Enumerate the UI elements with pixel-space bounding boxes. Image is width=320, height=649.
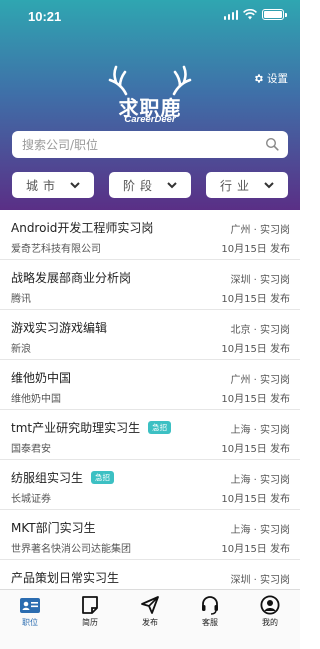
job-date: 10月15日 发布 — [221, 244, 290, 255]
job-title: 游戏实习游戏编辑 — [11, 321, 108, 335]
tab-service[interactable]: 客服 — [180, 595, 240, 629]
industry-filter[interactable]: 行业 — [206, 172, 288, 198]
job-title: Android开发工程师实习岗 — [11, 221, 154, 235]
job-card-icon — [20, 598, 40, 613]
job-list-item[interactable]: 游戏实习游戏编辑 北京 · 实习岗 新浪 10月15日 发布 — [0, 310, 300, 360]
status-icons — [223, 9, 287, 20]
job-company: 新浪 — [11, 344, 31, 355]
job-location: 上海 · 实习岗 — [230, 525, 290, 536]
tab-bar: 职位 简历 发布 客服 我的 — [0, 589, 300, 649]
job-title: tmt产业研究助理实习生 急招 — [11, 419, 172, 436]
job-title: 产品策划日常实习生 — [11, 571, 120, 585]
job-list-item[interactable]: 产品策划日常实习生 深圳 · 实习岗 — [0, 560, 300, 589]
tab-resume[interactable]: 简历 — [60, 595, 120, 629]
settings-button[interactable]: 设置 — [253, 71, 288, 86]
job-date: 10月15日 发布 — [221, 444, 290, 455]
job-date: 10月15日 发布 — [221, 294, 290, 305]
job-list: Android开发工程师实习岗 广州 · 实习岗 爱奇艺科技有限公司 10月15… — [0, 210, 300, 589]
job-date: 10月15日 发布 — [221, 494, 290, 505]
job-location: 上海 · 实习岗 — [230, 425, 290, 436]
job-date: 10月15日 发布 — [221, 394, 290, 405]
job-title: 战略发展部商业分析岗 — [11, 271, 132, 285]
send-icon — [141, 596, 159, 614]
job-title: 纺服组实习生 急招 — [11, 469, 115, 486]
status-time: 10:21 — [28, 9, 62, 24]
gear-icon — [255, 74, 263, 83]
chevron-down-icon — [264, 181, 274, 188]
job-date: 10月15日 发布 — [221, 544, 290, 555]
resume-icon — [82, 596, 98, 614]
chevron-down-icon — [167, 181, 177, 188]
tab-label: 客服 — [202, 618, 218, 627]
job-list-item[interactable]: tmt产业研究助理实习生 急招 上海 · 实习岗 国泰君安 10月15日 发布 — [0, 410, 300, 460]
profile-icon — [260, 595, 280, 615]
job-location: 上海 · 实习岗 — [230, 475, 290, 486]
search-icon[interactable] — [265, 137, 279, 151]
job-title-text: 纺服组实习生 — [11, 471, 84, 485]
tab-profile[interactable]: 我的 — [240, 595, 300, 629]
tab-jobs[interactable]: 职位 — [0, 595, 60, 629]
job-company: 世界著名快消公司达能集团 — [11, 544, 131, 555]
job-company: 长城证券 — [11, 494, 51, 505]
job-location: 广州 · 实习岗 — [230, 225, 290, 236]
filter-row: 城市 阶段 行业 — [12, 172, 288, 198]
filter-label: 行业 — [219, 178, 254, 193]
search-bar[interactable] — [12, 131, 288, 158]
stage-filter[interactable]: 阶段 — [109, 172, 191, 198]
header: 10:21 求职鹿 CareerDeer 设置 搜索公司/职位 城市 阶段 行业 — [0, 0, 300, 210]
job-company: 国泰君安 — [11, 444, 51, 455]
city-filter[interactable]: 城市 — [12, 172, 94, 198]
status-bar: 10:21 — [0, 0, 300, 32]
urgent-badge: 急招 — [148, 421, 172, 434]
job-title: MKT部门实习生 — [11, 521, 96, 535]
tab-label: 职位 — [22, 618, 38, 627]
job-company: 爱奇艺科技有限公司 — [11, 244, 101, 255]
headset-icon — [202, 596, 218, 615]
job-company: 维他奶中国 — [11, 394, 61, 405]
job-location: 广州 · 实习岗 — [230, 375, 290, 386]
job-location: 深圳 · 实习岗 — [230, 575, 290, 586]
signal-icon — [223, 9, 238, 20]
job-list-item[interactable]: Android开发工程师实习岗 广州 · 实习岗 爱奇艺科技有限公司 10月15… — [0, 210, 300, 260]
wifi-icon — [243, 9, 257, 20]
job-date: 10月15日 发布 — [221, 344, 290, 355]
job-location: 深圳 · 实习岗 — [230, 275, 290, 286]
tab-publish[interactable]: 发布 — [120, 595, 180, 629]
job-list-item[interactable]: 战略发展部商业分析岗 深圳 · 实习岗 腾讯 10月15日 发布 — [0, 260, 300, 310]
chevron-down-icon — [70, 181, 80, 188]
job-list-item[interactable]: 维他奶中国 广州 · 实习岗 维他奶中国 10月15日 发布 — [0, 360, 300, 410]
settings-label: 设置 — [267, 73, 288, 85]
filter-label: 阶段 — [122, 178, 157, 193]
tab-label: 发布 — [142, 618, 158, 627]
battery-icon — [262, 9, 287, 20]
job-location: 北京 · 实习岗 — [230, 325, 290, 336]
tab-label: 简历 — [82, 618, 98, 627]
app-logo: 求职鹿 CareerDeer — [108, 64, 192, 126]
filter-label: 城市 — [25, 178, 60, 193]
search-input[interactable] — [22, 137, 262, 152]
tab-label: 我的 — [262, 618, 278, 627]
urgent-badge: 急招 — [91, 471, 115, 484]
job-title: 维他奶中国 — [11, 371, 72, 385]
logo-name-en: CareerDeer — [124, 114, 176, 125]
job-list-item[interactable]: 纺服组实习生 急招 上海 · 实习岗 长城证券 10月15日 发布 — [0, 460, 300, 510]
job-company: 腾讯 — [11, 294, 31, 305]
job-list-item[interactable]: MKT部门实习生 上海 · 实习岗 世界著名快消公司达能集团 10月15日 发布 — [0, 510, 300, 560]
job-title-text: tmt产业研究助理实习生 — [11, 421, 141, 435]
